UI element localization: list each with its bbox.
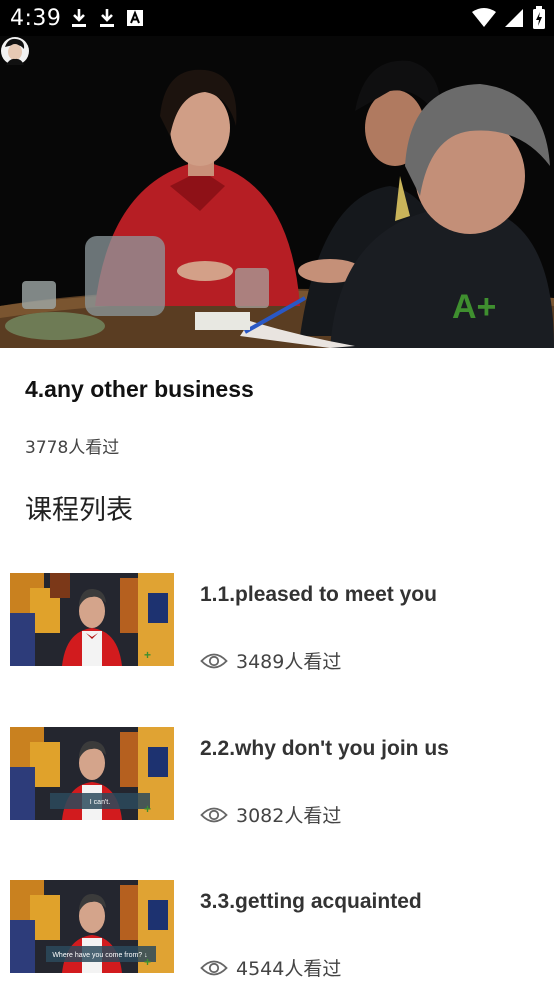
status-system-icons — [472, 6, 546, 30]
svg-text:+: + — [144, 648, 151, 662]
eye-icon — [200, 960, 228, 975]
text-app-icon — [127, 10, 143, 26]
signal-icon — [505, 9, 523, 27]
eye-icon — [200, 653, 228, 668]
video-player[interactable]: A+ — [0, 36, 554, 348]
avatar-icon[interactable] — [0, 36, 30, 66]
battery-icon — [533, 6, 545, 29]
lesson-title[interactable]: 1.1.pleased to meet you — [200, 583, 437, 607]
thumbnail-caption: I can't. — [90, 799, 110, 806]
eye-icon — [200, 807, 228, 822]
lesson-list-heading: 课程列表 — [25, 495, 133, 526]
course-title: 4.any other business — [25, 376, 254, 402]
status-notifications — [70, 6, 144, 30]
svg-text:+: + — [144, 955, 151, 969]
download-icon — [72, 9, 86, 27]
lesson-meta: 4544人看过 — [200, 954, 341, 981]
lesson-view-count: 4544人看过 — [236, 958, 342, 980]
video-watermark: A+ — [452, 288, 496, 326]
lesson-item[interactable]: Where have you come from? ↓ + 3.3.gettin… — [0, 880, 554, 984]
lesson-title[interactable]: 3.3.getting acquainted — [200, 890, 422, 914]
course-view-count: 3778人看过 — [25, 438, 120, 458]
video-frame-image: A+ — [0, 36, 554, 348]
lesson-item[interactable]: + 1.1.pleased to meet you 3489人看过 — [0, 573, 554, 713]
lesson-thumbnail[interactable]: I can't. + — [10, 727, 174, 820]
status-time: 4:39 — [10, 6, 62, 31]
svg-text:+: + — [144, 802, 151, 816]
lesson-thumbnail[interactable]: + — [10, 573, 174, 666]
status-bar: 4:39 — [0, 0, 554, 36]
download-icon — [100, 9, 114, 27]
wifi-icon — [472, 8, 496, 27]
lesson-thumbnail[interactable]: Where have you come from? ↓ + — [10, 880, 174, 973]
lesson-view-count: 3082人看过 — [236, 805, 342, 827]
lesson-title[interactable]: 2.2.why don't you join us — [200, 737, 449, 761]
lesson-meta: 3489人看过 — [200, 647, 341, 674]
lesson-item[interactable]: I can't. + 2.2.why don't you join us 308… — [0, 727, 554, 867]
lesson-view-count: 3489人看过 — [236, 651, 342, 673]
thumbnail-caption: Where have you come from? ↓ — [52, 952, 147, 959]
lesson-meta: 3082人看过 — [200, 801, 341, 828]
